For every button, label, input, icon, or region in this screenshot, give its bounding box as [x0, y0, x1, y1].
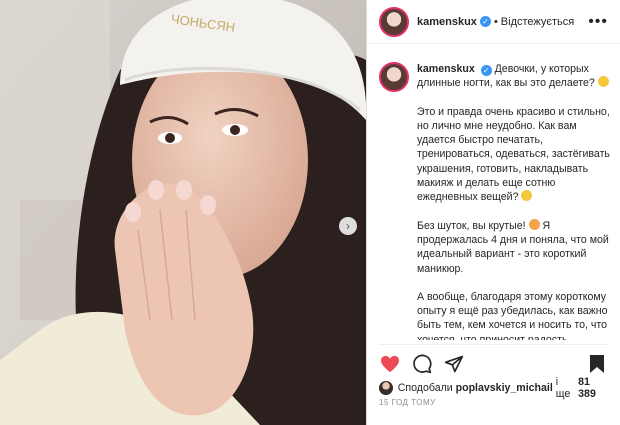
caption-username[interactable]: kamenskux [417, 63, 475, 75]
laughing-emoji-icon [597, 76, 609, 88]
follow-status-button[interactable]: Відстежується [501, 16, 574, 28]
chevron-right-icon: › [346, 219, 350, 233]
caption-paragraph-3: Без шуток, вы крутые! [417, 219, 526, 232]
comment-icon [413, 354, 432, 374]
separator-dot: • [493, 15, 498, 28]
more-options-icon[interactable]: ••• [588, 13, 608, 31]
like-button[interactable] [379, 353, 401, 375]
avatar[interactable] [379, 6, 409, 37]
save-button[interactable] [586, 353, 608, 375]
heart-icon [381, 355, 399, 373]
likes-summary: Сподобали poplavskiy_michail і ще 81 389 [379, 376, 610, 400]
author-username[interactable]: kamenskux [417, 16, 477, 28]
comment-button[interactable] [411, 353, 433, 375]
likes-prefix: Сподобали [397, 382, 453, 394]
caption: kamenskux ✓ Девочки, у которых длинные н… [379, 62, 610, 340]
heart-eyes-emoji-icon [528, 218, 540, 230]
post-image: ЧОНЬСЯН [0, 0, 366, 425]
verified-icon: ✓ [479, 16, 491, 27]
caption-avatar[interactable] [379, 62, 409, 92]
liker-avatar[interactable] [379, 381, 393, 395]
caption-paragraph-2: Это и правда очень красиво и стильно, но… [417, 105, 610, 204]
verified-icon: ✓ [480, 65, 492, 76]
share-button[interactable] [443, 353, 465, 375]
post-header: kamenskux ✓ • Відстежується ••• [367, 0, 620, 44]
action-bar [379, 344, 608, 377]
bookmark-icon [590, 355, 604, 373]
next-photo-button[interactable]: › [339, 217, 357, 235]
post-photo[interactable]: ЧОНЬСЯН › [0, 0, 366, 425]
post-panel: kamenskux ✓ • Відстежується ••• kamensku… [366, 0, 620, 425]
post-timestamp[interactable]: 15 ГОД ТОМУ [379, 398, 436, 407]
liker-username[interactable]: poplavskiy_michail [456, 382, 553, 394]
likes-connector: і ще [555, 376, 571, 400]
share-icon [444, 355, 464, 373]
caption-paragraph-4: А вообще, благодаря этому короткому опыт… [417, 290, 608, 340]
caption-text: kamenskux ✓ Девочки, у которых длинные н… [417, 62, 610, 340]
screaming-emoji-icon [521, 190, 533, 202]
likes-count[interactable]: 81 389 [578, 376, 610, 400]
